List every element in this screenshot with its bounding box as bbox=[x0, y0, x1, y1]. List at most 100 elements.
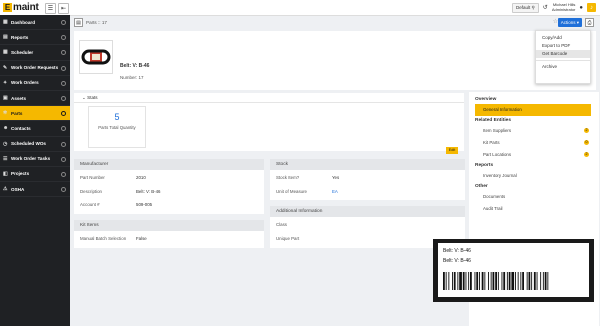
field-row: Class bbox=[270, 217, 465, 231]
expand-circle-icon[interactable] bbox=[61, 80, 66, 86]
field-label: Unit of Measure bbox=[276, 188, 307, 194]
printer-icon: ⎙ bbox=[587, 19, 592, 26]
count-badge: 2 bbox=[584, 152, 589, 157]
field-label: Manual Batch Selection bbox=[80, 236, 127, 241]
barcode-bar bbox=[517, 272, 519, 290]
sidebar-item-assets[interactable]: ▣ Assets bbox=[0, 91, 70, 107]
sidebar-item-label: Work Order Tasks bbox=[11, 156, 51, 162]
collapse-icon: ⇤ bbox=[60, 6, 67, 12]
barcode-bar bbox=[476, 272, 479, 290]
nav-documents[interactable]: Documents bbox=[469, 191, 599, 203]
field-row: Stock Item? Yes bbox=[270, 170, 465, 184]
field-label: Account # bbox=[80, 202, 100, 207]
barcode-bar bbox=[448, 272, 450, 290]
expand-circle-icon[interactable] bbox=[61, 35, 66, 41]
parts-list-button[interactable]: ▤ bbox=[74, 18, 83, 27]
collapse-sidebar-button[interactable]: ⇤ bbox=[58, 3, 69, 14]
expand-circle-icon[interactable] bbox=[61, 20, 66, 25]
gears-icon: ✲ bbox=[3, 110, 8, 117]
expand-circle-icon[interactable] bbox=[61, 187, 66, 193]
nav-item-suppliers[interactable]: Item Suppliers 2 bbox=[469, 125, 599, 137]
nav-general-information[interactable]: General Information bbox=[475, 104, 591, 116]
barcode-image bbox=[443, 272, 549, 290]
assets-icon: ▣ bbox=[3, 95, 8, 102]
barcode-line-1: Belt: V: B-46 bbox=[443, 248, 471, 254]
nav-audit-trail[interactable]: Audit Trail bbox=[469, 203, 599, 215]
stats-header[interactable]: ⌄ Stats bbox=[74, 93, 464, 103]
expand-circle-icon[interactable] bbox=[61, 171, 66, 177]
part-image[interactable] bbox=[79, 40, 113, 74]
expand-circle-icon[interactable] bbox=[61, 156, 66, 162]
expand-circle-icon[interactable] bbox=[61, 111, 66, 117]
sidebar-item-osha[interactable]: ⚠ OSHA bbox=[0, 182, 70, 198]
nav-kit-parts[interactable]: Kit Parts 0 bbox=[469, 137, 599, 149]
sidebar-item-dashboard[interactable]: ▦ Dashboard bbox=[0, 15, 70, 31]
edit-button[interactable]: Edit bbox=[446, 147, 458, 154]
sidebar-item-work-order-tasks[interactable]: ☰ Work Order Tasks bbox=[0, 152, 70, 167]
history-icon[interactable]: ↺ bbox=[543, 4, 548, 11]
kit-items-section: Kit Items Manual Batch Selection False bbox=[74, 220, 264, 248]
barcode-bar bbox=[533, 272, 536, 290]
print-button[interactable]: ⎙ bbox=[585, 18, 594, 27]
field-value[interactable]: EA bbox=[332, 189, 338, 194]
expand-circle-icon[interactable] bbox=[61, 50, 66, 56]
stock-header: Stock bbox=[270, 159, 465, 170]
nav-inventory-journal[interactable]: Inventory Journal bbox=[469, 170, 599, 182]
dashboard-icon: ▦ bbox=[3, 19, 8, 26]
scheduler-icon: ▦ bbox=[3, 49, 8, 56]
stat-value: 5 bbox=[114, 112, 120, 122]
menu-toggle-button[interactable]: ☰ bbox=[45, 3, 56, 14]
sidebar-item-contacts[interactable]: ☻ Contacts bbox=[0, 121, 70, 137]
sidebar-item-reports[interactable]: ▤ Reports bbox=[0, 30, 70, 46]
menu-item-copy-add[interactable]: Copy/Add bbox=[536, 34, 590, 42]
barcode-bar bbox=[522, 272, 524, 290]
user-icon[interactable]: ● bbox=[579, 5, 583, 11]
barcode-bar bbox=[497, 272, 499, 290]
barcode-line-2: Belt: V: B-46 bbox=[443, 258, 471, 264]
field-value: Yes bbox=[332, 175, 340, 180]
user-info[interactable]: Michael Hills Administrator bbox=[552, 2, 576, 12]
barcode-bar bbox=[470, 272, 472, 290]
barcode-bar bbox=[540, 272, 542, 290]
stat-label: Parts Total Quantity bbox=[98, 125, 136, 130]
barcode-bar bbox=[452, 272, 453, 290]
barcode-bar bbox=[462, 272, 465, 290]
stats-card: ⌄ Stats 5 Parts Total Quantity bbox=[74, 93, 464, 151]
field-row: Unit of Measure EA bbox=[270, 184, 465, 198]
expand-circle-icon[interactable] bbox=[61, 126, 66, 132]
reports-heading: Reports bbox=[475, 163, 494, 168]
notifications-button[interactable]: ♪ bbox=[587, 3, 596, 12]
sidebar-item-label: Work Orders bbox=[11, 80, 39, 86]
sidebar-item-scheduled-wos[interactable]: ◷ Scheduled WOs bbox=[0, 137, 70, 152]
menu-item-export-to-pdf[interactable]: Export to PDF bbox=[536, 42, 590, 50]
sidebar-item-label: Scheduler bbox=[11, 49, 34, 55]
top-bar: E maint ☰ ⇤ Default ⚲ ↺ Michael Hills Ad… bbox=[0, 0, 600, 16]
menu-item-get-barcode[interactable]: Get Barcode bbox=[536, 50, 590, 58]
barcode-bar bbox=[503, 272, 506, 290]
nav-label: Part Locations bbox=[483, 152, 512, 157]
stat-parts-total-quantity[interactable]: 5 Parts Total Quantity bbox=[88, 106, 146, 148]
expand-circle-icon[interactable] bbox=[61, 95, 66, 101]
part-number: Number: 17 bbox=[120, 75, 144, 80]
sidebar-item-scheduler[interactable]: ▦ Scheduler bbox=[0, 45, 70, 61]
logo[interactable]: E maint bbox=[3, 2, 39, 13]
belt-image bbox=[81, 49, 111, 65]
sidebar-item-work-orders[interactable]: ✦ Work Orders bbox=[0, 76, 70, 91]
nav-part-locations[interactable]: Part Locations 2 bbox=[469, 149, 599, 161]
overview-heading: Overview bbox=[475, 97, 497, 102]
default-location-button[interactable]: Default ⚲ bbox=[511, 2, 539, 13]
barcode-bar bbox=[468, 272, 470, 290]
reports-icon: ▤ bbox=[3, 34, 8, 41]
menu-item-archive[interactable]: Archive bbox=[536, 63, 590, 71]
actions-button[interactable]: Actions ▾ bbox=[557, 18, 582, 27]
sidebar-item-parts[interactable]: ✲ Parts bbox=[0, 106, 70, 122]
field-label: Stock Item? bbox=[276, 175, 300, 180]
expand-circle-icon[interactable] bbox=[61, 65, 66, 71]
additional-info-header: Additional Information bbox=[270, 206, 465, 217]
sidebar-item-label: Assets bbox=[11, 95, 27, 101]
sidebar-item-projects[interactable]: ◧ Projects bbox=[0, 167, 70, 183]
manufacturer-section: Manufacturer Part Number 2010 Description B… bbox=[74, 159, 264, 214]
barcode-bar bbox=[488, 272, 489, 290]
sidebar-item-work-order-requests[interactable]: ✎ Work Order Requests bbox=[0, 61, 70, 76]
expand-circle-icon[interactable] bbox=[61, 141, 66, 147]
